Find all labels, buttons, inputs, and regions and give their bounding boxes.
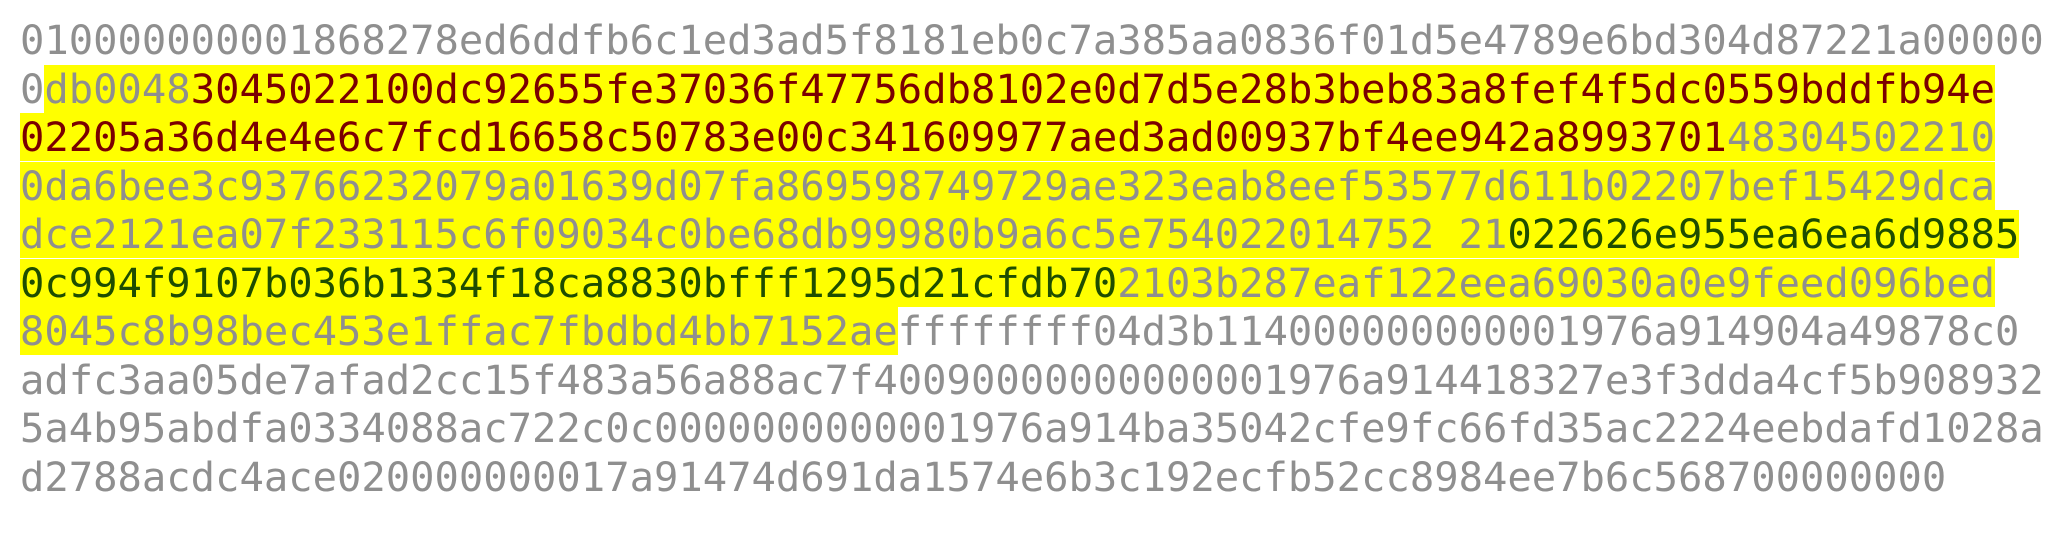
hex-line-6: 0c994f9107b036b1334f18ca8830bfff1295d21c… bbox=[20, 258, 2040, 308]
hex-line-3: 02205a36d4e4e6c7fcd16658c50783e00c341609… bbox=[20, 113, 2040, 162]
hex-segment: adfc3aa05de7afad2cc15f483a56a88ac7f40090… bbox=[20, 355, 2044, 404]
hex-line-7: 8045c8b98bec453e1ffac7fbdbd4bb7152aeffff… bbox=[20, 307, 2040, 356]
hex-line-10: d2788acdc4ace020000000017a91474d691da157… bbox=[20, 453, 2040, 502]
hex-segment: d2788acdc4ace020000000017a91474d691da157… bbox=[20, 452, 1947, 501]
highlighted-pubkey-segment: 0c994f9107b036b1334f18ca8830bfff1295d21c… bbox=[20, 258, 1118, 307]
hex-line-2: 0db00483045022100dc92655fe37036f47756db8… bbox=[20, 64, 2040, 114]
hex-segment: 0 bbox=[20, 64, 45, 113]
highlighted-segment: dce2121ea07f233115c6f09034c0be68db99980b… bbox=[20, 210, 1508, 258]
highlighted-signature-segment: 02205a36d4e4e6c7fcd16658c50783e00c341609… bbox=[20, 113, 1727, 161]
hex-segment: 5a4b95abdfa0334088ac722c0c00000000000019… bbox=[20, 404, 2044, 452]
hex-line-1: 010000000001868278ed6ddfb6c1ed3ad5f8181e… bbox=[20, 16, 2044, 65]
highlighted-segment: db0048 bbox=[44, 64, 191, 113]
highlighted-segment: 8045c8b98bec453e1ffac7fbdbd4bb7152ae bbox=[20, 307, 898, 355]
hex-dump: 010000000001868278ed6ddfb6c1ed3ad5f8181e… bbox=[20, 16, 2044, 502]
highlighted-segment: 2103b287eaf122eea69030a0e9feed096bed bbox=[1117, 258, 1996, 307]
highlighted-segment: 48304502210 bbox=[1726, 113, 1996, 161]
highlighted-signature-segment: 3045022100dc92655fe37036f47756db8102e0d7… bbox=[190, 64, 1996, 113]
hex-line-9: 5a4b95abdfa0334088ac722c0c00000000000019… bbox=[20, 404, 2044, 453]
hex-line-5: dce2121ea07f233115c6f09034c0be68db99980b… bbox=[20, 210, 2040, 259]
highlighted-segment: 0da6bee3c93766232079a01639d07fa869598749… bbox=[20, 161, 1996, 210]
hex-segment: ffffffff04d3b114000000000001976a914904a4… bbox=[897, 307, 2020, 355]
hex-line-8: adfc3aa05de7afad2cc15f483a56a88ac7f40090… bbox=[20, 356, 2044, 405]
hex-line-4: 0da6bee3c93766232079a01639d07fa869598749… bbox=[20, 161, 2040, 211]
highlighted-pubkey-segment: 022626e955ea6ea6d9885 bbox=[1507, 210, 2020, 258]
hex-segment: 010000000001868278ed6ddfb6c1ed3ad5f8181e… bbox=[20, 16, 2044, 64]
